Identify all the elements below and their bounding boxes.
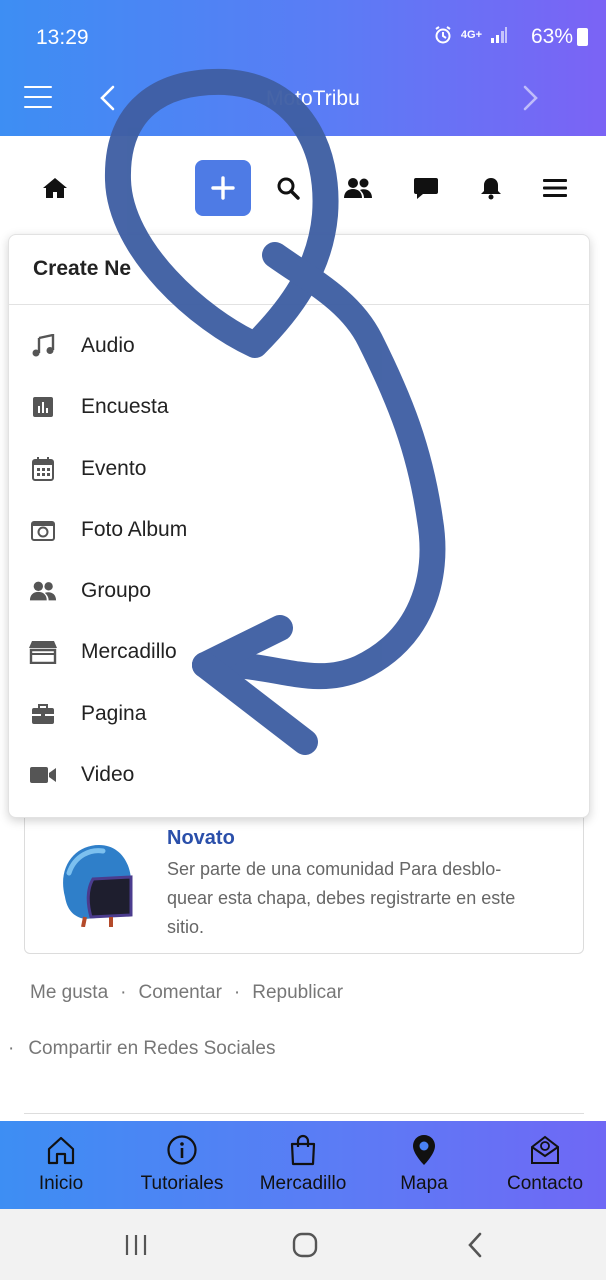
alarm-icon — [435, 26, 451, 44]
group-icon — [29, 577, 57, 605]
home-system-button[interactable] — [285, 1227, 325, 1263]
music-icon — [29, 332, 57, 360]
nav-label: Mapa — [400, 1173, 448, 1194]
badge-card: Novato Ser parte de una comunidad Para d… — [24, 800, 584, 954]
info-icon — [165, 1133, 199, 1167]
nav-inicio[interactable]: Inicio — [30, 1121, 92, 1209]
post-actions: Me gusta · Comentar · Republicar — [30, 982, 343, 1004]
home-outline-icon — [44, 1133, 78, 1167]
comment-link[interactable]: Comentar — [138, 982, 221, 1003]
chat-icon — [414, 178, 438, 199]
status-icons: 4G+ — [433, 25, 508, 45]
status-time: 13:29 — [36, 26, 89, 49]
create-event-item[interactable]: Evento — [9, 441, 589, 497]
dropdown-item-label: Video — [81, 763, 135, 786]
more-menu-button[interactable] — [527, 160, 583, 216]
bottom-navigation: Inicio Tutoriales Mercadillo Mapa Contac… — [0, 1121, 606, 1209]
share-row: · Compartir en Redes Sociales — [8, 1038, 275, 1060]
bell-icon — [481, 178, 501, 200]
notifications-button[interactable] — [463, 160, 519, 216]
nav-mercadillo[interactable]: Mercadillo — [252, 1121, 354, 1209]
create-marketplace-item[interactable]: Mercadillo — [9, 624, 589, 680]
create-audio-item[interactable]: Audio — [9, 318, 589, 374]
users-icon — [344, 178, 372, 198]
recent-apps-button[interactable] — [116, 1227, 156, 1263]
menu-icon — [543, 179, 567, 197]
separator: · — [233, 982, 241, 1003]
photo-album-icon — [29, 516, 57, 544]
helmet-icon — [63, 845, 133, 927]
back-chevron-icon — [468, 1232, 482, 1258]
main-toolbar — [0, 140, 606, 234]
nav-label: Mercadillo — [259, 1173, 347, 1194]
plus-icon — [211, 176, 235, 200]
nav-tutoriales[interactable]: Tutoriales — [134, 1121, 230, 1209]
battery-indicator: 63% — [531, 25, 588, 49]
create-page-item[interactable]: Pagina — [9, 686, 589, 742]
badge-description: Ser parte de una comunidad Para desblo-q… — [167, 859, 516, 937]
create-photo-album-item[interactable]: Foto Album — [9, 502, 589, 558]
badge-title: Novato — [167, 827, 235, 849]
calendar-icon — [29, 455, 57, 483]
dropdown-item-label: Groupo — [81, 579, 152, 602]
video-icon — [29, 761, 57, 789]
briefcase-icon — [29, 700, 57, 728]
repost-link[interactable]: Republicar — [252, 982, 343, 1003]
dropdown-item-label: Pagina — [81, 702, 147, 725]
recent-apps-icon — [125, 1235, 147, 1255]
system-navigation-bar — [0, 1209, 606, 1280]
dropdown-item-label: Encuesta — [81, 395, 169, 418]
back-arrow-icon[interactable] — [96, 84, 120, 112]
store-icon — [29, 638, 57, 666]
mail-icon — [528, 1133, 562, 1167]
dropdown-item-label: Foto Album — [81, 518, 188, 541]
app-header: 13:29 4G+ 63% MotoTribu — [0, 0, 606, 136]
create-video-item[interactable]: Video — [9, 747, 589, 803]
nav-contacto[interactable]: Contacto — [498, 1121, 592, 1209]
forward-arrow-icon[interactable] — [518, 84, 542, 112]
divider — [24, 1113, 584, 1114]
add-new-button[interactable] — [195, 160, 251, 216]
signal-icon — [491, 27, 507, 43]
map-pin-icon — [407, 1133, 441, 1167]
create-new-dropdown: Create Ne Audio Encuesta Evento Foto Alb… — [8, 234, 590, 818]
search-button[interactable] — [260, 160, 316, 216]
nav-label: Tutoriales — [140, 1173, 224, 1194]
messages-button[interactable] — [398, 160, 454, 216]
battery-icon — [577, 28, 588, 46]
network-type: 4G+ — [460, 29, 482, 41]
home-button[interactable] — [27, 160, 83, 216]
separator: · — [120, 982, 127, 1003]
app-title: MotoTribu — [266, 87, 360, 110]
dropdown-item-label: Mercadillo — [81, 640, 177, 663]
nav-label: Inicio — [38, 1173, 84, 1194]
home-circle-icon — [292, 1232, 318, 1258]
create-group-item[interactable]: Groupo — [9, 563, 589, 619]
dropdown-item-label: Audio — [81, 334, 135, 357]
drawer-menu-button[interactable] — [24, 86, 52, 110]
dropdown-title: Create Ne — [9, 235, 589, 305]
home-icon — [43, 178, 67, 198]
battery-percent: 63% — [530, 25, 573, 48]
share-social-link[interactable]: Compartir en Redes Sociales — [28, 1038, 275, 1059]
shopping-bag-icon — [286, 1133, 320, 1167]
create-poll-item[interactable]: Encuesta — [9, 379, 589, 435]
friends-button[interactable] — [330, 160, 386, 216]
dropdown-item-label: Evento — [81, 457, 147, 480]
nav-label: Contacto — [506, 1173, 584, 1194]
like-link[interactable]: Me gusta — [30, 982, 108, 1003]
nav-mapa[interactable]: Mapa — [392, 1121, 456, 1209]
back-system-button[interactable] — [455, 1227, 495, 1263]
separator: · — [8, 1038, 15, 1059]
poll-icon — [29, 393, 57, 421]
search-icon — [277, 177, 300, 200]
